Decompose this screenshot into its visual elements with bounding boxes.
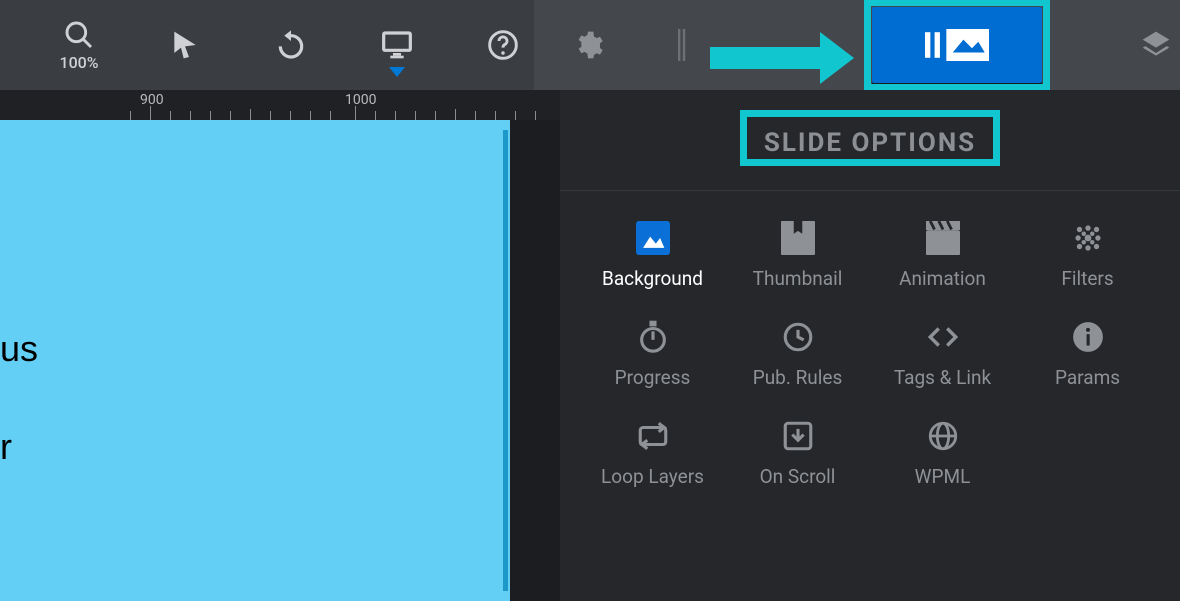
options-grid: Background Thumbnail Animation Filters [560, 191, 1180, 488]
slide-options-tab[interactable] [872, 7, 1042, 83]
clock-icon [781, 320, 815, 354]
option-label: On Scroll [760, 465, 836, 488]
option-label: Background [602, 267, 703, 290]
slide-canvas[interactable]: us r [0, 120, 510, 601]
top-toolbar: 100% [0, 0, 1180, 90]
ruler-mark: 900 [140, 92, 164, 108]
panel-title: SLIDE OPTIONS [742, 118, 998, 168]
option-filters[interactable]: Filters [1015, 221, 1160, 290]
option-label: Loop Layers [601, 465, 704, 488]
option-thumbnail[interactable]: Thumbnail [725, 221, 870, 290]
drag-handle[interactable] [672, 29, 692, 61]
zoom-level-label: 100% [59, 53, 98, 72]
canvas-text-fragment: us r [0, 320, 38, 476]
option-tags-link[interactable]: Tags & Link [870, 320, 1015, 389]
layers-tab[interactable] [1132, 29, 1180, 61]
help-icon [487, 29, 519, 61]
option-on-scroll[interactable]: On Scroll [725, 419, 870, 488]
device-preview-button[interactable] [373, 29, 421, 61]
globe-icon [926, 419, 960, 453]
settings-tab[interactable] [564, 29, 612, 61]
toolbar-right [534, 0, 1180, 90]
bookmark-image-icon [781, 221, 815, 255]
option-label: Tags & Link [894, 366, 991, 389]
option-label: Params [1055, 366, 1120, 389]
option-pub-rules[interactable]: Pub. Rules [725, 320, 870, 389]
option-label: WPML [915, 465, 971, 488]
undo-icon [275, 29, 307, 61]
grip-icon [666, 29, 698, 61]
option-label: Animation [899, 267, 986, 290]
zoom-tool[interactable]: 100% [55, 19, 103, 72]
info-icon [1071, 320, 1105, 354]
option-background[interactable]: Background [580, 221, 725, 290]
layers-icon [1140, 29, 1172, 61]
option-label: Thumbnail [753, 267, 843, 290]
option-wpml[interactable]: WPML [870, 419, 1015, 488]
magnifier-icon [63, 19, 95, 51]
option-label: Progress [615, 366, 691, 389]
gear-icon [572, 29, 604, 61]
selection-edge[interactable] [503, 130, 508, 591]
image-icon [636, 221, 670, 255]
stopwatch-icon [636, 320, 670, 354]
code-icon [926, 320, 960, 354]
loop-icon [636, 419, 670, 453]
option-animation[interactable]: Animation [870, 221, 1015, 290]
option-params[interactable]: Params [1015, 320, 1160, 389]
option-label: Filters [1061, 267, 1113, 290]
canvas-area[interactable]: us r [0, 120, 540, 601]
monitor-icon [381, 29, 413, 61]
ruler-mark: 1000 [345, 92, 376, 108]
download-box-icon [781, 419, 815, 453]
dot-matrix-icon [1071, 221, 1105, 255]
pointer-icon [169, 29, 201, 61]
undo-button[interactable] [267, 29, 315, 61]
option-loop-layers[interactable]: Loop Layers [580, 419, 725, 488]
clapperboard-icon [926, 221, 960, 255]
pointer-tool[interactable] [161, 29, 209, 61]
help-button[interactable] [479, 29, 527, 61]
text-line: us [0, 320, 38, 378]
toolbar-left: 100% [0, 0, 534, 90]
option-label: Pub. Rules [753, 366, 843, 389]
option-progress[interactable]: Progress [580, 320, 725, 389]
chevron-down-icon [389, 67, 405, 77]
panel-header: SLIDE OPTIONS [560, 90, 1180, 191]
slide-options-panel: SLIDE OPTIONS Background Thumbnail Anima… [560, 90, 1180, 601]
text-line: r [0, 418, 38, 476]
slide-options-icon [925, 28, 989, 62]
horizontal-ruler: 900 1000 [0, 90, 560, 120]
